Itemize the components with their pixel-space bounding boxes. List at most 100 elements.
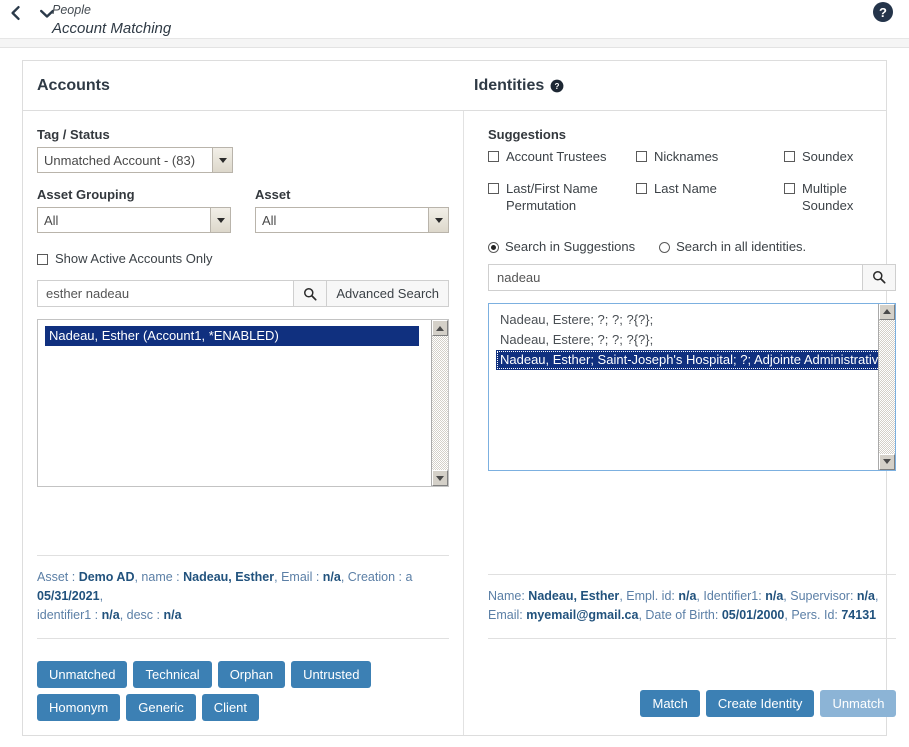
identities-listbox[interactable]: Nadeau, Estere; ?; ?; ?{?}; Nadeau, Ester… (488, 302, 897, 471)
advanced-search-button[interactable]: Advanced Search (327, 280, 449, 307)
accounts-search-input[interactable] (37, 280, 294, 307)
panel-body: Tag / Status Unmatched Account - (83) As… (23, 111, 897, 735)
identities-panel-header: Identities ? (450, 77, 564, 95)
detail-value: n/a (101, 608, 120, 622)
account-tag-buttons: Unmatched Technical Orphan Untrusted Homonym… (37, 661, 449, 721)
asset-grouping-field: Asset Grouping All (37, 187, 231, 233)
tag-status-label: Tag / Status (37, 127, 110, 142)
identities-search-input[interactable] (488, 263, 863, 291)
scroll-up-icon[interactable] (432, 320, 448, 336)
list-item[interactable]: Nadeau, Esther; Saint-Joseph's Hospital;… (496, 349, 890, 370)
search-scope-radio-search-in-all-identities-[interactable]: Search in all identities. (659, 239, 806, 254)
detail-value: n/a (765, 589, 784, 603)
account-details-line-2: identifier1 : n/a, desc : n/a (37, 606, 449, 625)
detail-label: Name: (488, 589, 529, 603)
list-item[interactable]: Nadeau, Estere; ?; ?; ?{?}; (496, 330, 889, 350)
list-item[interactable]: Nadeau, Esther (Account1, *ENABLED) (45, 326, 419, 346)
detail-label: , (99, 589, 104, 603)
suggestion-checkbox-soundex[interactable]: Soundex (784, 148, 896, 166)
search-scope-radio-search-in-suggestions[interactable]: Search in Suggestions (488, 239, 635, 254)
top-bar: People Account Matching ? (0, 0, 909, 38)
help-circle-icon[interactable]: ? (871, 0, 895, 24)
search-scope-radios: Search in Suggestions Search in all ident… (488, 239, 896, 254)
suggestion-checkbox-nicknames[interactable]: Nicknames (636, 148, 784, 166)
chevron-down-icon[interactable] (428, 208, 448, 232)
unmatch-button: Unmatch (820, 690, 897, 717)
suggestion-checkbox-last-name[interactable]: Last Name (636, 180, 784, 215)
suggestion-checkbox-account-trustees[interactable]: Account Trustees (488, 148, 636, 166)
help-circle-icon[interactable]: ? (550, 79, 564, 93)
identity-action-buttons: Match Create Identity Unmatch (488, 690, 897, 717)
create-identity-button[interactable]: Create Identity (705, 690, 815, 717)
search-icon[interactable] (293, 280, 328, 307)
detail-value: 05/01/2000 (721, 608, 785, 622)
untrusted-button[interactable]: Untrusted (291, 661, 372, 688)
breadcrumb: People Account Matching (52, 3, 171, 38)
identities-list-scrollbar[interactable] (878, 303, 896, 470)
asset-grouping-select[interactable]: All (37, 207, 231, 233)
radio-label: Search in all identities. (676, 238, 807, 254)
detail-value: 05/31/2021 (37, 589, 100, 603)
asset-value: All (262, 212, 277, 228)
tag-status-select[interactable]: Unmatched Account - (83) (37, 147, 233, 173)
account-details-block: Asset : Demo AD, name : Nadeau, Esther, … (37, 555, 449, 639)
page-title: Account Matching (52, 19, 172, 37)
scroll-down-icon[interactable] (879, 453, 896, 470)
detail-label: , name : (134, 570, 184, 584)
asset-select[interactable]: All (255, 207, 449, 233)
homonym-button[interactable]: Homonym (37, 694, 121, 721)
radio-dot (488, 241, 499, 253)
svg-text:?: ? (555, 81, 560, 90)
suggestion-checkbox-multiple-soundex[interactable]: Multiple Soundex (784, 180, 896, 215)
identity-action-button-row: Match Create Identity Unmatch (640, 690, 897, 717)
identities-panel-title: Identities (474, 76, 545, 94)
checkbox-box (636, 182, 647, 194)
suggestions-label: Suggestions (488, 127, 567, 142)
detail-label: , Pers. Id: (784, 608, 842, 622)
accounts-list-scrollbar[interactable] (431, 320, 448, 486)
panel-header: Accounts Identities ? (23, 61, 886, 111)
suggestion-label: Nicknames (654, 149, 719, 164)
client-button[interactable]: Client (201, 694, 260, 721)
breadcrumb-parent[interactable]: People (52, 3, 171, 19)
detail-label: , desc : (119, 608, 164, 622)
divider (488, 638, 897, 639)
header-divider (0, 38, 909, 48)
checkbox-box (636, 151, 647, 162)
identities-list-items: Nadeau, Estere; ?; ?; ?{?}; Nadeau, Ester… (489, 310, 895, 370)
accounts-listbox[interactable]: Nadeau, Esther (Account1, *ENABLED) (37, 319, 449, 487)
identities-column: Suggestions Account Trustees Nicknames Sou… (463, 111, 909, 735)
asset-filters-row: Asset Grouping All Asset All (37, 187, 449, 233)
list-item[interactable]: Nadeau, Estere; ?; ?; ?{?}; (496, 310, 889, 330)
radio-dot (659, 241, 671, 253)
chevron-down-icon[interactable] (210, 208, 230, 232)
show-active-accounts-checkbox[interactable]: Show Active Accounts Only (37, 251, 213, 266)
checkbox-box (488, 182, 499, 194)
account-details-text: Asset : Demo AD, name : Nadeau, Esther, … (37, 556, 449, 638)
chevron-down-icon[interactable] (212, 148, 232, 172)
detail-value: Nadeau, Esther (183, 570, 275, 584)
match-button[interactable]: Match (640, 690, 700, 717)
chevron-left-icon[interactable] (4, 2, 26, 24)
asset-grouping-value: All (44, 212, 59, 228)
detail-label: , Creation : a (340, 570, 413, 584)
identity-details-block: Name: Nadeau, Esther, Empl. id: n/a, Ide… (488, 574, 897, 639)
tag-status-value: Unmatched Account - (83) (44, 152, 196, 168)
orphan-button[interactable]: Orphan (217, 661, 286, 688)
checkbox-box (784, 182, 795, 194)
unmatched-button[interactable]: Unmatched (37, 661, 128, 688)
suggestion-checkbox-last-first-name-permutation[interactable]: Last/First Name Permutation (488, 180, 636, 215)
scroll-down-icon[interactable] (432, 470, 448, 486)
checkbox-box (784, 151, 795, 162)
accounts-search-group: Advanced Search (37, 280, 449, 307)
suggestion-label: Account Trustees (506, 149, 607, 164)
technical-button[interactable]: Technical (133, 661, 212, 688)
identities-search-group (488, 263, 897, 291)
generic-button[interactable]: Generic (126, 694, 196, 721)
search-icon[interactable] (862, 263, 897, 291)
asset-field: Asset All (255, 187, 449, 233)
scroll-up-icon[interactable] (879, 303, 896, 320)
account-details-line-1: Asset : Demo AD, name : Nadeau, Esther, … (37, 568, 449, 606)
svg-text:?: ? (879, 5, 887, 20)
suggestion-label: Multiple Soundex (802, 180, 854, 214)
